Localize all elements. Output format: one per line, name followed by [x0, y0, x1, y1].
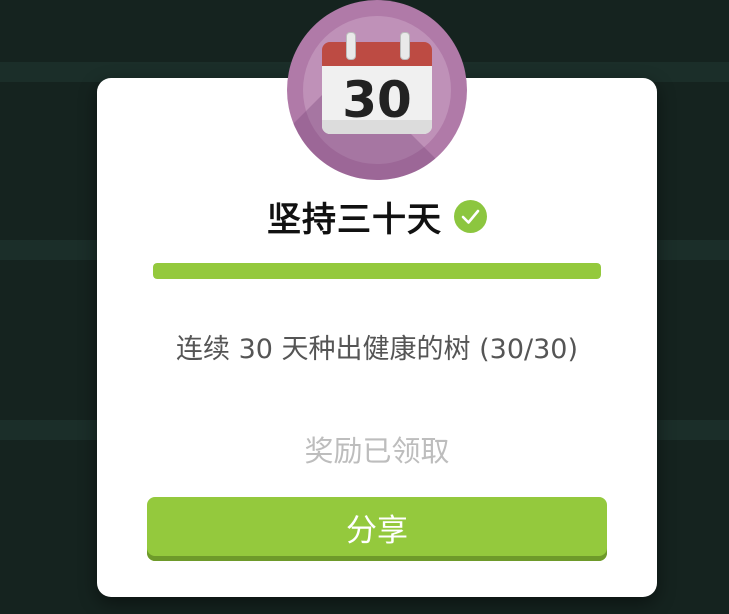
calendar-day-number: 30 — [342, 71, 412, 129]
calendar-ring — [346, 32, 356, 60]
achievement-title: 坚持三十天 — [267, 199, 442, 240]
share-button[interactable]: 分享 — [147, 497, 607, 561]
achievement-badge: 30 — [287, 0, 467, 180]
achievement-description: 连续 30 天种出健康的树 (30/30) — [176, 334, 578, 365]
achievement-progress-bar — [153, 263, 601, 279]
calendar-header — [322, 42, 432, 68]
progress-bar-fill — [153, 263, 601, 279]
calendar-icon: 30 — [322, 32, 432, 136]
reward-status-label: 奖励已领取 — [304, 434, 450, 468]
calendar-ring — [400, 32, 410, 60]
check-circle-icon — [454, 199, 487, 233]
achievement-title-row: 坚持三十天 — [97, 192, 657, 240]
